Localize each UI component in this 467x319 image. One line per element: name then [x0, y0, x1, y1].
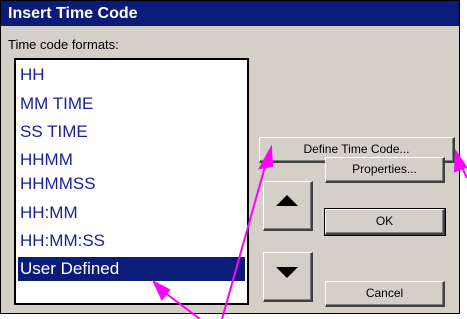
insert-time-code-dialog: Insert Time Code Time code formats: HH M… — [0, 0, 460, 314]
list-item-selected[interactable]: User Defined — [18, 257, 245, 281]
dialog-title: Insert Time Code — [1, 1, 459, 26]
time-code-formats-label: Time code formats: — [8, 37, 119, 52]
ok-label: OK — [375, 214, 394, 228]
callout-line-right — [460, 164, 467, 179]
properties-button[interactable]: Properties... — [325, 157, 445, 183]
cancel-label: Cancel — [365, 286, 404, 300]
time-code-formats-list[interactable]: HH MM TIME SS TIME HHMM HHMMSS HH:MM HH:… — [14, 58, 249, 305]
list-item[interactable]: HH:MM — [18, 201, 245, 225]
move-up-button[interactable] — [263, 181, 313, 231]
list-item[interactable]: SS TIME — [18, 120, 245, 144]
triangle-down-icon — [276, 267, 298, 278]
list-item[interactable]: HHMMSS — [18, 172, 245, 196]
triangle-up-icon — [276, 195, 298, 206]
list-item[interactable]: HH:MM:SS — [18, 229, 245, 253]
list-item[interactable]: MM TIME — [18, 92, 245, 116]
list-item[interactable]: HHMM — [18, 148, 245, 172]
list-item[interactable]: HH — [18, 63, 245, 87]
ok-button[interactable]: OK — [324, 208, 446, 236]
properties-label: Properties... — [352, 162, 417, 176]
move-down-button[interactable] — [263, 252, 313, 302]
cancel-button[interactable]: Cancel — [325, 281, 445, 307]
